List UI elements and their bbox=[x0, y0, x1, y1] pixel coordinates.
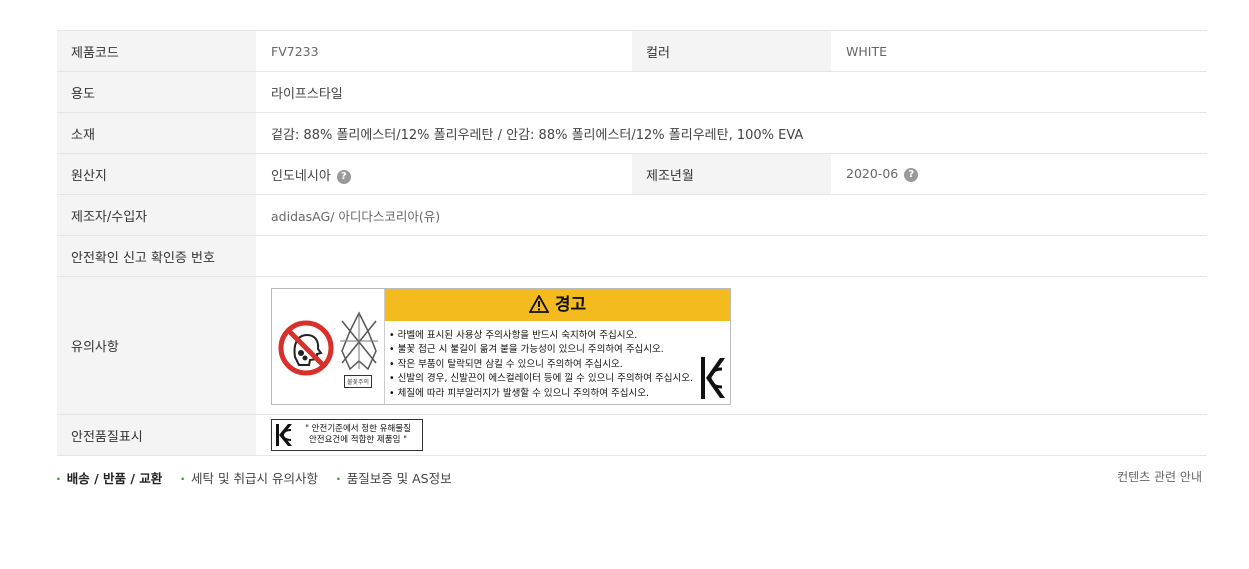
label-material: 소재 bbox=[57, 112, 256, 154]
value-origin: 인도네시아 bbox=[271, 168, 331, 184]
warning-title: 경고 bbox=[554, 294, 587, 315]
kc-label-text: " 안전기준에서 정한 유해물질 안전요건에 적합한 제품임 " bbox=[298, 424, 418, 446]
link-label: 품질보증 및 AS정보 bbox=[346, 471, 452, 486]
row-caution: 유의사항 불꽃주의 경고 • 라벨에 표시된 사용상 주의사항을 반드시 숙지하… bbox=[57, 276, 1207, 415]
link-warranty-as[interactable]: · 품질보증 및 AS정보 bbox=[336, 471, 452, 486]
kc-label-line: 안전요건에 적합한 제품임 " bbox=[308, 435, 408, 445]
warning-item: • 신발의 경우, 신발끈이 에스컬레이터 등에 낄 수 있으니 주의하여 주십… bbox=[389, 373, 694, 384]
help-icon[interactable]: ? bbox=[904, 168, 919, 182]
value-manufacture-date: 2020-06 bbox=[846, 166, 899, 181]
footer-links: · 배송 / 반품 / 교환 · 세탁 및 취급시 유의사항 · 품질보증 및 AS정… bbox=[56, 468, 466, 487]
bullet-icon: · bbox=[180, 471, 186, 486]
value-usage: 라이프스타일 bbox=[271, 86, 343, 102]
product-info-table: 제품코드 FV7233 컬러 WHITE 용도 라이프스타일 소재 겉감: 88… bbox=[57, 30, 1207, 456]
label-color: 컬러 bbox=[632, 30, 831, 72]
value-caution: 불꽃주의 경고 • 라벨에 표시된 사용상 주의사항을 반드시 숙지하여 주십시… bbox=[256, 277, 1207, 415]
bullet-icon: · bbox=[56, 471, 61, 486]
warning-pictograms: 불꽃주의 bbox=[272, 288, 385, 404]
help-icon[interactable]: ? bbox=[336, 169, 351, 184]
value-manufacture-date-cell: 2020-06? bbox=[831, 154, 1207, 195]
row-quality-mark: 안전품질표시 " 안전기준에서 정한 유해물질 안전요건에 적합한 제품임 " bbox=[57, 414, 1207, 456]
value-manufacturer: adidasAG/ 아디다스코리아(유) bbox=[271, 208, 441, 224]
bullet-icon: · bbox=[335, 471, 341, 486]
row-origin: 원산지 인도네시아? 제조년월 2020-06? bbox=[57, 153, 1207, 195]
kc-label-line: " 안전기준에서 정한 유해물질 bbox=[305, 424, 411, 434]
warning-item: • 체질에 따라 피부알러지가 발생할 수 있으니 주의하여 주십시오. bbox=[389, 387, 650, 399]
value-product-code: FV7233 bbox=[271, 43, 319, 59]
label-product-code: 제품코드 bbox=[57, 30, 256, 72]
warning-list: • 라벨에 표시된 사용상 주의사항을 반드시 숙지하여 주십시오. • 불꽃 … bbox=[389, 329, 693, 402]
warning-item: • 라벨에 표시된 사용상 주의사항을 반드시 숙지하여 주십시오. bbox=[389, 329, 638, 341]
kc-mark-icon bbox=[276, 424, 292, 446]
warning-label: 불꽃주의 경고 • 라벨에 표시된 사용상 주의사항을 반드시 숙지하여 주십시… bbox=[271, 287, 731, 405]
label-manufacture-date: 제조년월 bbox=[632, 153, 831, 195]
link-delivery-return[interactable]: · 배송 / 반품 / 교환 bbox=[56, 471, 162, 486]
label-caution: 유의사항 bbox=[57, 276, 256, 415]
row-manufacturer: 제조자/수입자 adidasAG/ 아디다스코리아(유) bbox=[57, 194, 1207, 236]
flame-caution-icon bbox=[340, 310, 378, 370]
label-manufacturer: 제조자/수입자 bbox=[57, 194, 256, 236]
value-material: 겉감: 88% 폴리에스터/12% 폴리우레탄 / 안감: 88% 폴리에스터/… bbox=[271, 127, 804, 143]
label-quality-mark: 안전품질표시 bbox=[57, 414, 256, 456]
row-material: 소재 겉감: 88% 폴리에스터/12% 폴리우레탄 / 안감: 88% 폴리에… bbox=[57, 112, 1207, 154]
link-washing-care[interactable]: · 세탁 및 취급시 유의사항 bbox=[180, 471, 318, 486]
no-swallow-icon bbox=[278, 320, 334, 375]
label-origin: 원산지 bbox=[57, 153, 256, 195]
value-safety-cert bbox=[256, 236, 1207, 277]
value-origin-cell: 인도네시아? bbox=[256, 154, 632, 195]
row-product-code: 제품코드 FV7233 컬러 WHITE bbox=[57, 30, 1207, 72]
label-usage: 용도 bbox=[57, 71, 256, 113]
warning-item: • 불꽃 접근 시 불길이 옮겨 붙을 가능성이 있으니 주의하여 주십시오. bbox=[389, 344, 664, 355]
label-safety-cert: 안전확인 신고 확인증 번호 bbox=[57, 235, 256, 277]
warning-header: 경고 bbox=[385, 288, 730, 321]
value-quality-mark: " 안전기준에서 정한 유해물질 안전요건에 적합한 제품임 " bbox=[256, 415, 1207, 456]
link-label: 배송 / 반품 / 교환 bbox=[66, 471, 163, 486]
kc-safety-label: " 안전기준에서 정한 유해물질 안전요건에 적합한 제품임 " bbox=[271, 419, 423, 451]
link-label: 세탁 및 취급시 유의사항 bbox=[191, 471, 318, 486]
row-usage: 용도 라이프스타일 bbox=[57, 71, 1207, 113]
value-color: WHITE bbox=[846, 43, 887, 59]
row-safety-cert: 안전확인 신고 확인증 번호 bbox=[57, 235, 1207, 277]
flame-caution-caption: 불꽃주의 bbox=[344, 374, 373, 388]
kc-mark-icon bbox=[701, 356, 725, 399]
warning-triangle-icon bbox=[528, 294, 549, 313]
warning-item: • 작은 부품이 탈락되면 삼킬 수 있으니 주의하여 주십시오. bbox=[389, 358, 623, 370]
content-guide-link[interactable]: 컨텐츠 관련 안내 bbox=[1117, 468, 1202, 485]
